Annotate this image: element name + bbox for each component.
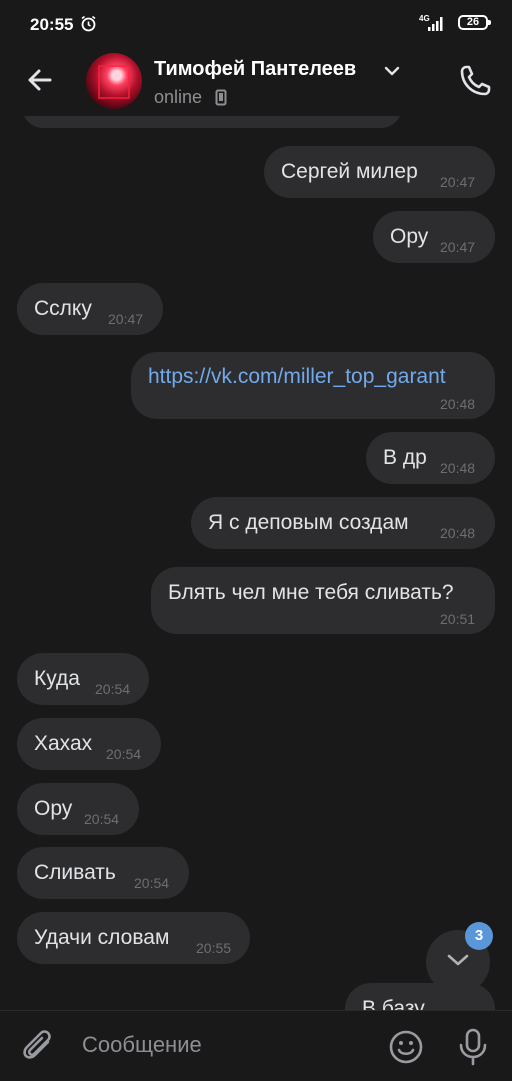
message-bubble-outgoing[interactable]: Я с деповым создам 20:48 — [191, 497, 495, 549]
message-bubble-partial — [22, 116, 402, 128]
message-bubble-incoming[interactable]: Удачи словам 20:55 — [17, 912, 250, 964]
message-link[interactable]: https://vk.com/miller_top_garant — [148, 365, 446, 389]
message-text: В др — [383, 446, 427, 469]
message-time: 20:47 — [108, 311, 144, 327]
status-bar: 20:55 4G 26 — [0, 0, 512, 46]
message-text: Сергей милер — [281, 160, 418, 183]
message-bubble-incoming[interactable]: Хахах 20:54 — [17, 718, 161, 770]
message-time: 20:54 — [84, 811, 120, 827]
message-text: Сслку — [34, 297, 92, 320]
phone-icon[interactable] — [456, 60, 496, 100]
message-bubble-incoming[interactable]: Куда 20:54 — [17, 653, 149, 705]
message-composer — [0, 1010, 512, 1081]
mobile-device-icon — [215, 89, 227, 106]
message-text: Ору — [34, 797, 73, 820]
contact-name[interactable]: Тимофей Пантелеев — [154, 58, 356, 81]
contact-status: online — [154, 87, 203, 107]
message-bubble-incoming[interactable]: Сливать 20:54 — [17, 847, 189, 899]
message-bubble-outgoing[interactable]: Сергей милер 20:47 — [264, 146, 495, 198]
unread-count-badge: 3 — [465, 922, 493, 950]
message-text: Сливать — [34, 861, 116, 884]
message-time: 20:54 — [106, 746, 142, 762]
chevron-down-icon[interactable] — [384, 66, 400, 76]
message-input[interactable] — [74, 1025, 390, 1065]
message-time: 20:48 — [440, 460, 476, 476]
message-time: 20:51 — [440, 611, 476, 627]
message-text: Удачи словам — [34, 926, 170, 949]
message-time: 20:48 — [440, 396, 476, 412]
alarm-icon — [81, 15, 96, 32]
message-time: 20:47 — [440, 174, 476, 190]
message-time: 20:48 — [440, 525, 476, 541]
chevron-down-icon — [447, 954, 469, 966]
battery-icon: 26 — [458, 15, 491, 30]
microphone-icon[interactable] — [456, 1027, 490, 1067]
message-bubble-outgoing[interactable]: В др 20:48 — [366, 432, 495, 484]
emoji-icon[interactable] — [388, 1029, 424, 1065]
message-bubble-incoming[interactable]: Ору 20:54 — [17, 783, 139, 835]
message-list[interactable]: Сергей милер 20:47 Ору 20:47 Сслку 20:47… — [0, 116, 512, 1010]
back-arrow-icon[interactable] — [20, 60, 60, 100]
message-text: Блять чел мне тебя сливать? — [168, 581, 454, 604]
message-time: 20:55 — [196, 940, 232, 956]
message-text: Куда — [34, 667, 80, 690]
message-text: Хахах — [34, 732, 93, 755]
message-text: Я с деповым создам — [208, 511, 409, 534]
message-time: 20:54 — [95, 681, 131, 697]
message-bubble-outgoing[interactable]: Ору 20:47 — [373, 211, 495, 263]
status-time: 20:55 — [30, 15, 74, 34]
chat-header: Тимофей Пантелеев online — [0, 46, 512, 116]
attach-icon[interactable] — [22, 1028, 56, 1066]
message-text: Ору — [390, 225, 429, 248]
message-time: 20:54 — [134, 875, 170, 891]
message-time: 20:47 — [440, 239, 476, 255]
message-bubble-outgoing[interactable]: https://vk.com/miller_top_garant 20:48 — [131, 352, 495, 419]
message-bubble-incoming[interactable]: Сслку 20:47 — [17, 283, 163, 335]
avatar[interactable] — [86, 53, 142, 109]
signal-icon — [428, 17, 443, 31]
message-text: В базу — [362, 997, 425, 1010]
message-bubble-outgoing[interactable]: Блять чел мне тебя сливать? 20:51 — [151, 567, 495, 634]
